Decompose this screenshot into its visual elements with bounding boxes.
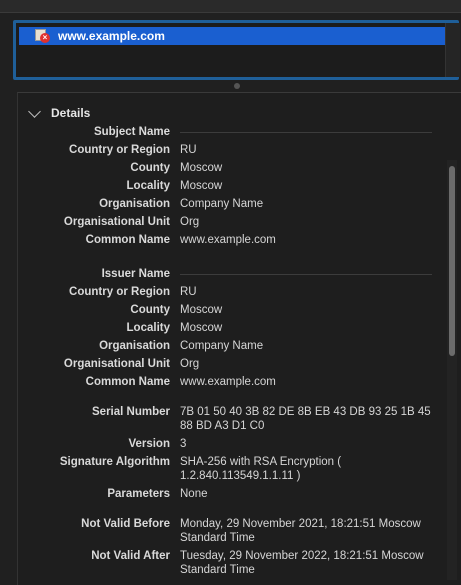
not-valid-after-value: Tuesday, 29 November 2022, 18:21:51 Mosc… — [180, 550, 424, 576]
field-label: Organisation — [99, 340, 170, 352]
issuer-name-heading: Issuer Name — [101, 268, 170, 280]
field-label: Serial Number — [92, 406, 170, 418]
field-label: Version — [128, 438, 170, 450]
signature-algorithm-value: SHA-256 with RSA Encryption ( 1.2.840.11… — [180, 456, 342, 482]
field-label: Locality — [126, 322, 170, 334]
field-value: Moscow — [180, 304, 223, 316]
field-label: Common Name — [85, 376, 170, 388]
details-panel: Details Subject Name Country or Region R… — [17, 92, 461, 585]
window-top-edge — [0, 0, 461, 13]
list-scrollbar[interactable] — [445, 23, 460, 77]
field-label: Country or Region — [69, 286, 170, 298]
certificate-invalid-icon: × — [35, 29, 50, 43]
field-label: County — [130, 304, 170, 316]
field-label: Locality — [126, 180, 170, 192]
field-label: Organisation — [99, 198, 170, 210]
version-value: 3 — [180, 438, 187, 450]
field-value: Moscow — [180, 162, 223, 174]
parameters-value: None — [180, 488, 208, 500]
field-label: Organisational Unit — [63, 216, 170, 228]
certificate-list-item[interactable]: × www.example.com — [19, 27, 445, 45]
field-value: Moscow — [180, 322, 223, 334]
details-title: Details — [51, 106, 91, 120]
chevron-down-icon[interactable] — [28, 104, 41, 118]
serial-number-value: 7B 01 50 40 3B 82 DE 8B EB 43 DB 93 25 1… — [180, 406, 431, 432]
field-value: www.example.com — [180, 376, 276, 388]
field-value: www.example.com — [180, 234, 276, 246]
certificate-viewer-window: × www.example.com Details Subject Name C… — [0, 0, 461, 585]
field-value: Moscow — [180, 180, 223, 192]
field-label: Not Valid Before — [81, 518, 170, 530]
field-value: RU — [180, 286, 197, 298]
certificate-list[interactable]: × www.example.com — [13, 20, 460, 80]
certificate-name: www.example.com — [58, 29, 165, 43]
divider — [180, 274, 432, 275]
field-value: Org — [180, 216, 200, 228]
field-value: Org — [180, 358, 200, 370]
field-label: Parameters — [107, 488, 170, 500]
details-disclosure[interactable]: Details — [28, 104, 91, 120]
subject-name-heading: Subject Name — [93, 126, 170, 138]
field-label: County — [130, 162, 170, 174]
field-label: Organisational Unit — [63, 358, 170, 370]
split-view-handle[interactable] — [234, 83, 240, 89]
field-label: Common Name — [85, 234, 170, 246]
field-label: Signature Algorithm — [59, 456, 170, 468]
details-scrollbar-thumb[interactable] — [449, 166, 455, 356]
field-label: Not Valid After — [91, 550, 170, 562]
field-label: Country or Region — [69, 144, 170, 156]
field-value: RU — [180, 144, 197, 156]
not-valid-before-value: Monday, 29 November 2021, 18:21:51 Mosco… — [180, 518, 421, 544]
field-value: Company Name — [180, 340, 264, 352]
divider — [180, 132, 432, 133]
field-value: Company Name — [180, 198, 264, 210]
